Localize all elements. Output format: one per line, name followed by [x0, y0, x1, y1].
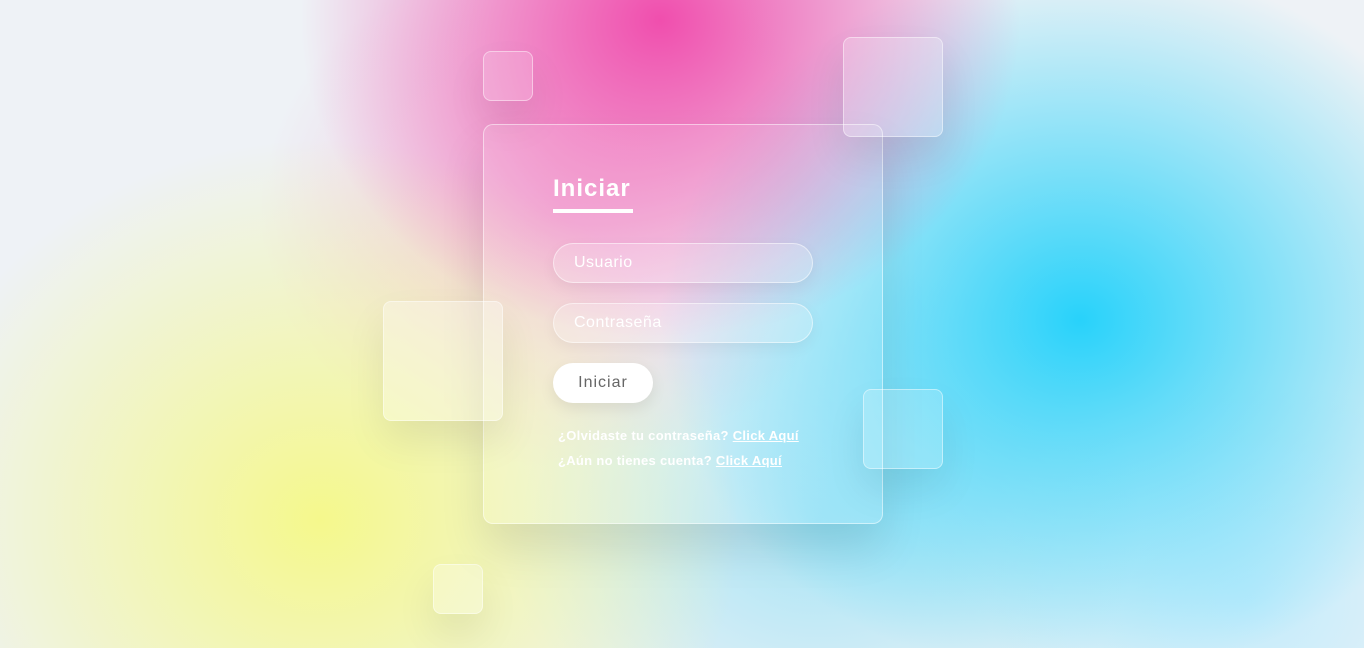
signup-line: ¿Aún no tienes cuenta? Click Aquí	[558, 453, 782, 468]
title-underline	[553, 209, 633, 213]
decorative-glass-square	[383, 301, 503, 421]
forgot-password-text: ¿Olvidaste tu contraseña?	[558, 428, 729, 443]
login-card: Iniciar Iniciar ¿Olvidaste tu contraseña…	[483, 124, 883, 524]
decorative-glass-square	[433, 564, 483, 614]
decorative-glass-square	[863, 389, 943, 469]
forgot-password-link[interactable]: Click Aquí	[733, 428, 799, 443]
signup-link[interactable]: Click Aquí	[716, 453, 782, 468]
login-button[interactable]: Iniciar	[553, 363, 653, 403]
password-input[interactable]	[553, 303, 813, 343]
login-title: Iniciar	[553, 175, 631, 202]
decorative-glass-square	[843, 37, 943, 137]
decorative-glass-square	[483, 51, 533, 101]
forgot-password-line: ¿Olvidaste tu contraseña? Click Aquí	[558, 428, 799, 443]
signup-text: ¿Aún no tienes cuenta?	[558, 453, 712, 468]
username-input[interactable]	[553, 243, 813, 283]
login-page: Iniciar Iniciar ¿Olvidaste tu contraseña…	[0, 0, 1364, 648]
